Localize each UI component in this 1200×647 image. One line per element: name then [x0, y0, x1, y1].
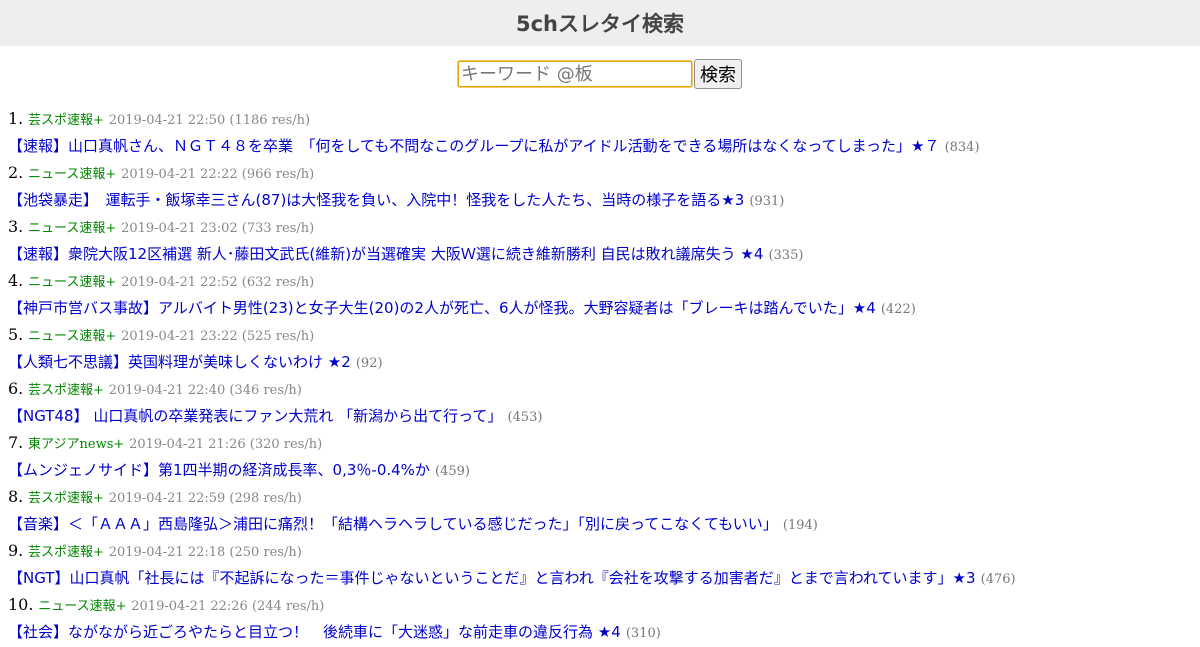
board-name: 東アジアnews+ — [28, 437, 125, 452]
result-title-row: 【NGT】山口真帆「社長には『不起訴になった＝事件じゃないということだ』と言われ… — [8, 564, 1200, 591]
result-info: 2019-04-21 22:26 (244 res/h) — [131, 599, 325, 614]
result-info: 2019-04-21 21:26 (320 res/h) — [129, 437, 323, 452]
board-name: ニュース速報+ — [28, 167, 117, 182]
list-item: 2. ニュース速報+ 2019-04-21 22:22 (966 res/h) 【… — [8, 159, 1200, 213]
thread-link[interactable]: 【ムンジェノサイド】第1四半期の経済成長率、0,3％-0.4%か — [8, 461, 430, 479]
result-title-row: 【ムンジェノサイド】第1四半期の経済成長率、0,3％-0.4%か (459) — [8, 456, 1200, 483]
result-meta: 3. ニュース速報+ 2019-04-21 23:02 (733 res/h) — [8, 213, 1200, 240]
list-item: 6. 芸スポ速報+ 2019-04-21 22:40 (346 res/h) 【N… — [8, 375, 1200, 429]
result-info: 2019-04-21 23:02 (733 res/h) — [121, 221, 315, 236]
response-count: (422) — [880, 302, 916, 317]
board-name: ニュース速報+ — [28, 275, 117, 290]
result-title-row: 【社会】ながながら近ごろやたらと目立つ！ 後続車に「大迷惑」な前走車の違反行為 … — [8, 618, 1200, 645]
list-item: 4. ニュース速報+ 2019-04-21 22:52 (632 res/h) 【… — [8, 267, 1200, 321]
board-name: 芸スポ速報+ — [28, 113, 104, 128]
result-meta: 10. ニュース速報+ 2019-04-21 22:26 (244 res/h) — [8, 591, 1200, 618]
result-list: 1. 芸スポ速報+ 2019-04-21 22:50 (1186 res/h) 【… — [0, 105, 1200, 645]
thread-link[interactable]: 【神戸市営バス事故】アルバイト男性(23)と女子大生(20)の2人が死亡、6人が… — [8, 299, 876, 317]
board-name: 芸スポ速報+ — [28, 491, 104, 506]
response-count: (453) — [507, 410, 543, 425]
board-name: ニュース速報+ — [28, 329, 117, 344]
response-count: (335) — [768, 248, 804, 263]
result-title-row: 【速報】衆院大阪12区補選 新人･藤田文武氏(維新)が当選確実 大阪Ｗ選に続き維… — [8, 240, 1200, 267]
response-count: (310) — [625, 626, 661, 641]
result-info: 2019-04-21 22:59 (298 res/h) — [108, 491, 302, 506]
search-form: 検索 — [0, 58, 1200, 90]
list-item: 7. 東アジアnews+ 2019-04-21 21:26 (320 res/h… — [8, 429, 1200, 483]
response-count: (92) — [355, 356, 383, 371]
response-count: (194) — [782, 518, 818, 533]
result-title-row: 【池袋暴走】 運転手・飯塚幸三さん(87)は大怪我を負い、入院中！怪我をした人た… — [8, 186, 1200, 213]
result-info: 2019-04-21 22:22 (966 res/h) — [121, 167, 315, 182]
thread-link[interactable]: 【NGT48】 山口真帆の卒業発表にファン大荒れ 「新潟から出て行って」 — [8, 407, 502, 425]
result-number: 4. — [8, 271, 24, 290]
list-item: 9. 芸スポ速報+ 2019-04-21 22:18 (250 res/h) 【N… — [8, 537, 1200, 591]
result-meta: 9. 芸スポ速報+ 2019-04-21 22:18 (250 res/h) — [8, 537, 1200, 564]
thread-link[interactable]: 【池袋暴走】 運転手・飯塚幸三さん(87)は大怪我を負い、入院中！怪我をした人た… — [8, 191, 744, 209]
search-button[interactable]: 検索 — [694, 59, 742, 89]
thread-link[interactable]: 【社会】ながながら近ごろやたらと目立つ！ 後続車に「大迷惑」な前走車の違反行為 … — [8, 623, 621, 641]
result-number: 3. — [8, 217, 24, 236]
board-name: ニュース速報+ — [28, 221, 117, 236]
result-meta: 6. 芸スポ速報+ 2019-04-21 22:40 (346 res/h) — [8, 375, 1200, 402]
result-number: 10. — [8, 595, 34, 614]
list-item: 10. ニュース速報+ 2019-04-21 22:26 (244 res/h)… — [8, 591, 1200, 645]
result-meta: 7. 東アジアnews+ 2019-04-21 21:26 (320 res/h… — [8, 429, 1200, 456]
response-count: (476) — [980, 572, 1016, 587]
result-number: 9. — [8, 541, 24, 560]
result-number: 1. — [8, 109, 24, 128]
result-number: 8. — [8, 487, 24, 506]
search-input[interactable] — [458, 61, 692, 87]
list-item: 8. 芸スポ速報+ 2019-04-21 22:59 (298 res/h) 【音… — [8, 483, 1200, 537]
result-meta: 1. 芸スポ速報+ 2019-04-21 22:50 (1186 res/h) — [8, 105, 1200, 132]
thread-link[interactable]: 【速報】衆院大阪12区補選 新人･藤田文武氏(維新)が当選確実 大阪Ｗ選に続き維… — [8, 245, 763, 263]
list-item: 5. ニュース速報+ 2019-04-21 23:22 (525 res/h) 【… — [8, 321, 1200, 375]
response-count: (459) — [435, 464, 470, 479]
board-name: 芸スポ速報+ — [28, 383, 104, 398]
result-info: 2019-04-21 22:50 (1186 res/h) — [108, 113, 311, 128]
result-meta: 8. 芸スポ速報+ 2019-04-21 22:59 (298 res/h) — [8, 483, 1200, 510]
result-number: 7. — [8, 433, 24, 452]
result-info: 2019-04-21 22:52 (632 res/h) — [121, 275, 315, 290]
response-count: (931) — [749, 194, 785, 209]
result-number: 6. — [8, 379, 24, 398]
thread-link[interactable]: 【NGT】山口真帆「社長には『不起訴になった＝事件じゃないということだ』と言われ… — [8, 569, 976, 587]
result-number: 2. — [8, 163, 24, 182]
result-meta: 5. ニュース速報+ 2019-04-21 23:22 (525 res/h) — [8, 321, 1200, 348]
list-item: 3. ニュース速報+ 2019-04-21 23:02 (733 res/h) 【… — [8, 213, 1200, 267]
thread-link[interactable]: 【速報】山口真帆さん、ＮＧＴ４８を卒業 「何をしても不問なこのグループに私がアイ… — [8, 137, 939, 155]
result-title-row: 【人類七不思議】英国料理が美味しくないわけ ★2 (92) — [8, 348, 1200, 375]
result-title-row: 【音楽】＜「ＡＡＡ」西島隆弘＞浦田に痛烈！「結構ヘラヘラしている感じだった」「別… — [8, 510, 1200, 537]
result-number: 5. — [8, 325, 24, 344]
thread-link[interactable]: 【音楽】＜「ＡＡＡ」西島隆弘＞浦田に痛烈！「結構ヘラヘラしている感じだった」「別… — [8, 515, 778, 533]
page-header: 5chスレタイ検索 — [0, 0, 1200, 46]
board-name: ニュース速報+ — [38, 599, 127, 614]
result-title-row: 【神戸市営バス事故】アルバイト男性(23)と女子大生(20)の2人が死亡、6人が… — [8, 294, 1200, 321]
result-title-row: 【速報】山口真帆さん、ＮＧＴ４８を卒業 「何をしても不問なこのグループに私がアイ… — [8, 132, 1200, 159]
result-info: 2019-04-21 22:18 (250 res/h) — [108, 545, 302, 560]
response-count: (834) — [944, 140, 980, 155]
result-info: 2019-04-21 22:40 (346 res/h) — [108, 383, 302, 398]
thread-link[interactable]: 【人類七不思議】英国料理が美味しくないわけ ★2 — [8, 353, 351, 371]
list-item: 1. 芸スポ速報+ 2019-04-21 22:50 (1186 res/h) 【… — [8, 105, 1200, 159]
result-info: 2019-04-21 23:22 (525 res/h) — [121, 329, 315, 344]
result-meta: 2. ニュース速報+ 2019-04-21 22:22 (966 res/h) — [8, 159, 1200, 186]
board-name: 芸スポ速報+ — [28, 545, 104, 560]
page-title: 5chスレタイ検索 — [515, 12, 684, 36]
result-title-row: 【NGT48】 山口真帆の卒業発表にファン大荒れ 「新潟から出て行って」 (45… — [8, 402, 1200, 429]
result-meta: 4. ニュース速報+ 2019-04-21 22:52 (632 res/h) — [8, 267, 1200, 294]
